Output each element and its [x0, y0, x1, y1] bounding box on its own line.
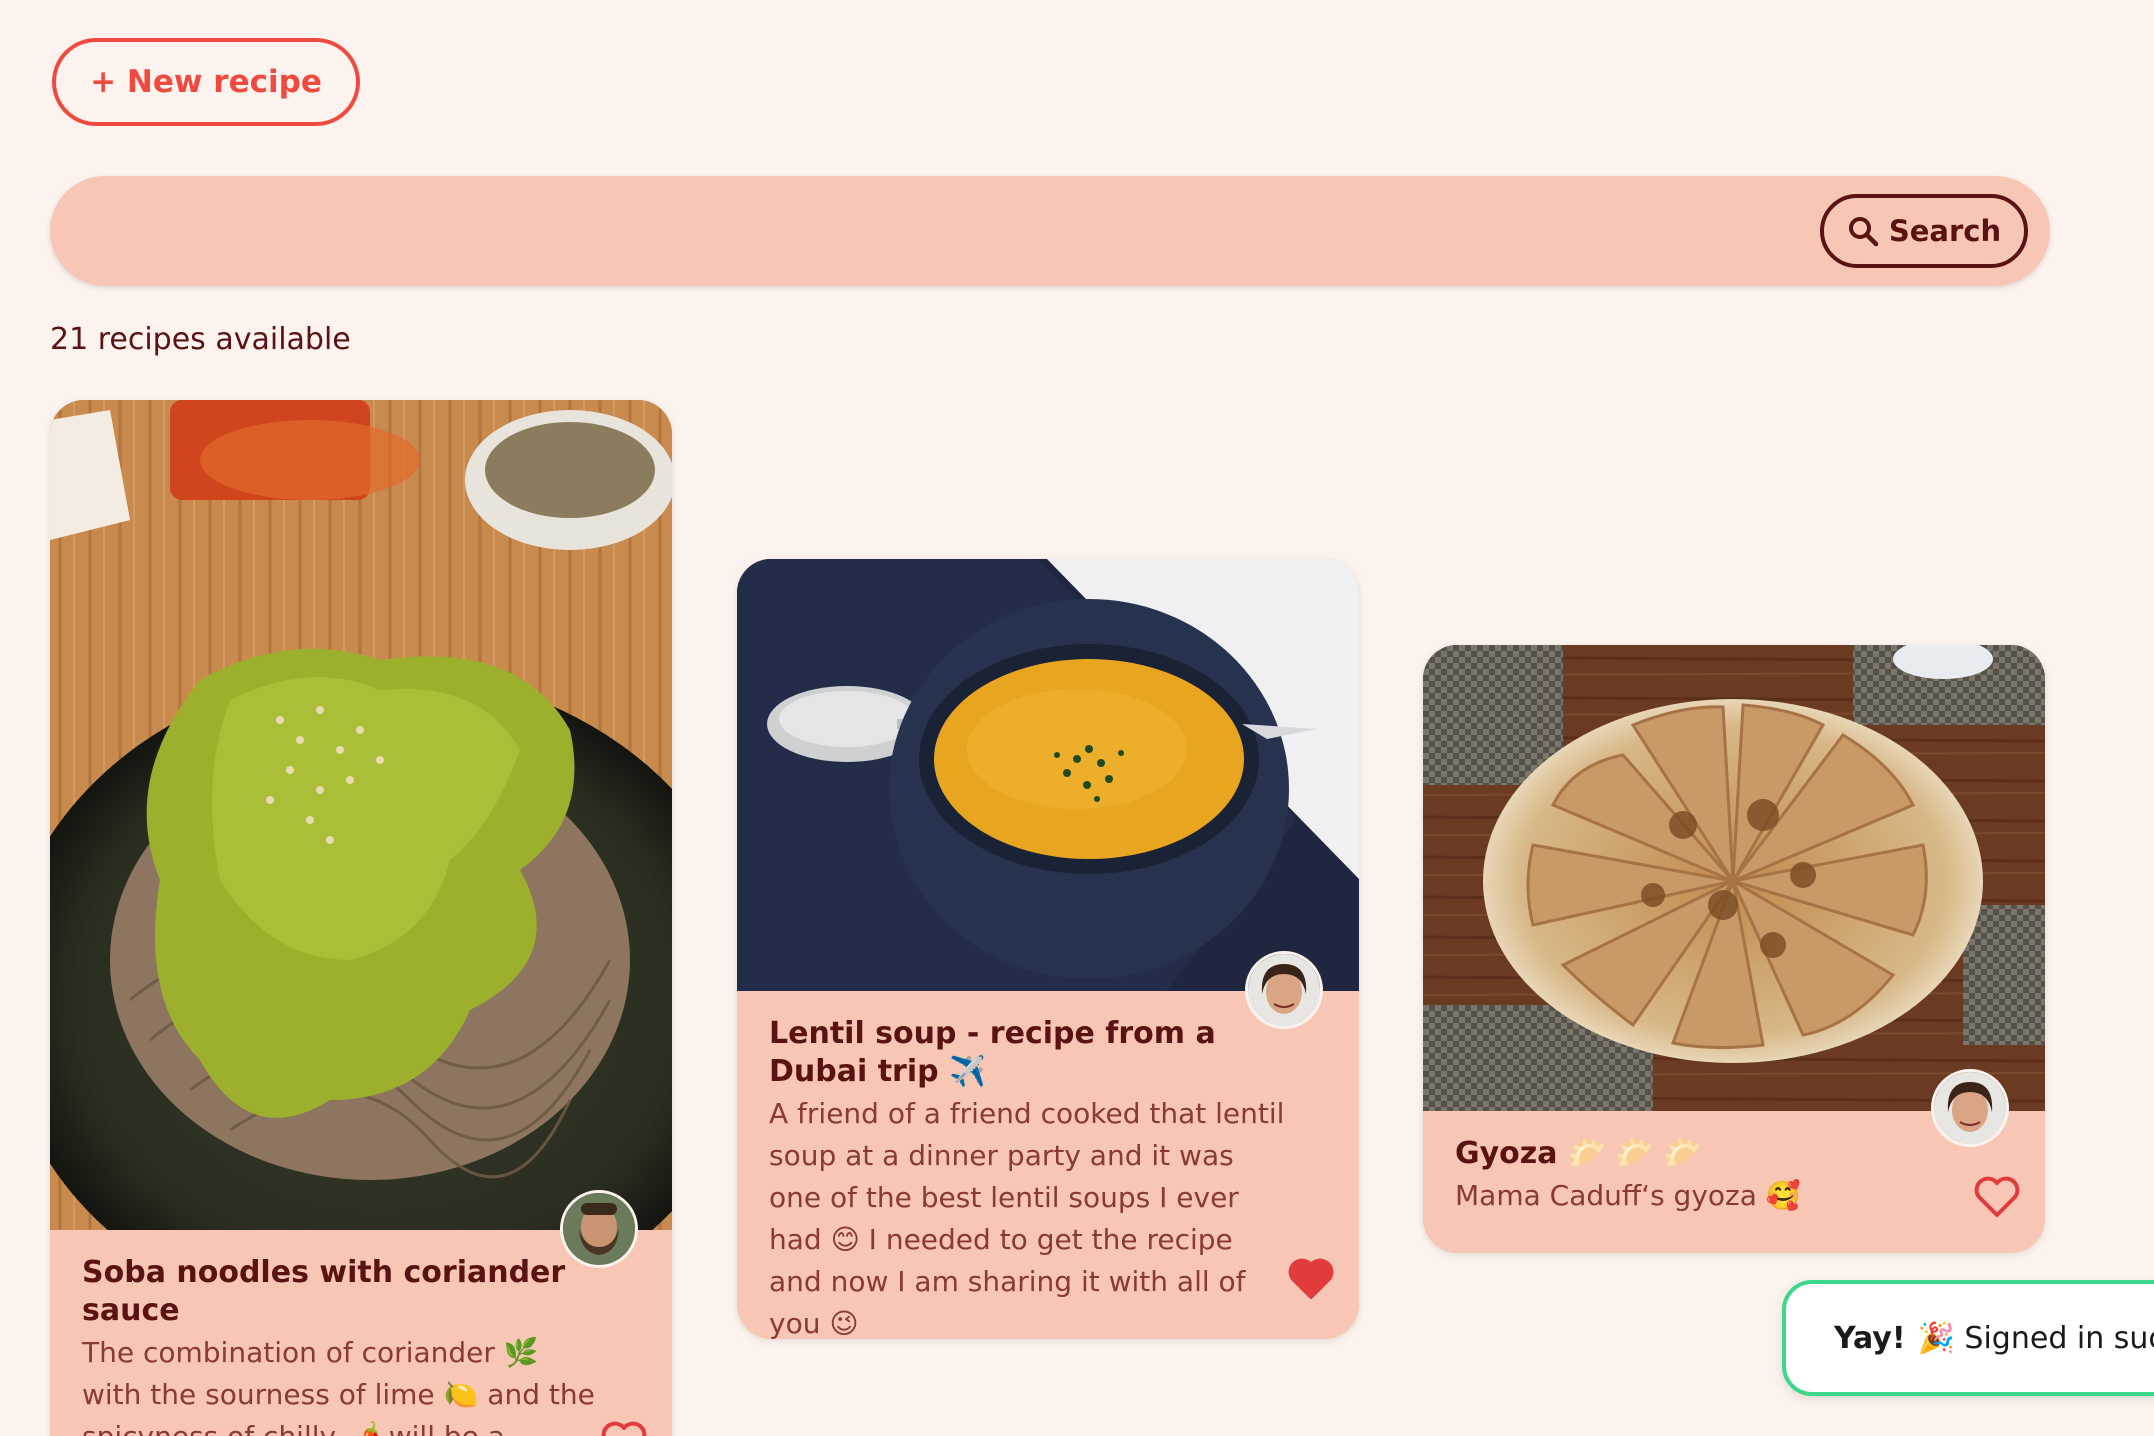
- search-button-label: Search: [1888, 214, 2002, 248]
- recipe-description: Mama Caduff‘s gyoza 🥰: [1455, 1179, 1801, 1212]
- search-bar: Search: [50, 176, 2050, 288]
- like-button[interactable]: [600, 1420, 648, 1436]
- recipes-page: + New recipe Search 21 recipes available: [0, 0, 2154, 1436]
- new-recipe-button[interactable]: + New recipe: [52, 38, 360, 126]
- recipe-photo-soba: [50, 400, 672, 1230]
- recipe-photo-gyoza: [1423, 645, 2045, 1111]
- search-icon: [1848, 217, 1879, 247]
- toast-emphasis: Yay!: [1834, 1320, 1906, 1356]
- recipe-card-body: Gyoza 🥟 🥟 🥟 Mama Caduff‘s gyoza 🥰: [1423, 1111, 2045, 1243]
- recipe-description: A friend of a friend cooked that lentil …: [769, 1097, 1285, 1339]
- recipe-card[interactable]: Lentil soup - recipe from a Dubai trip ✈…: [737, 559, 1359, 1339]
- signin-toast: Yay! 🎉 Signed in successfully: [1782, 1280, 2154, 1396]
- recipe-card[interactable]: Soba noodles with coriander sauce The co…: [50, 400, 672, 1436]
- search-button[interactable]: Search: [1820, 194, 2028, 268]
- recipe-title: Lentil soup - recipe from a Dubai trip ✈…: [769, 1016, 1216, 1089]
- recipe-card[interactable]: Gyoza 🥟 🥟 🥟 Mama Caduff‘s gyoza 🥰: [1423, 645, 2045, 1253]
- heart-filled-icon: [1288, 1258, 1334, 1299]
- heart-outline-icon: [1974, 1176, 2020, 1217]
- heart-outline-icon: [601, 1421, 647, 1436]
- recipe-card-body: Lentil soup - recipe from a Dubai trip ✈…: [737, 991, 1359, 1339]
- toast-message: 🎉 Signed in successfully: [1917, 1320, 2154, 1356]
- recipe-card-body: Soba noodles with coriander sauce The co…: [50, 1230, 672, 1436]
- search-input[interactable]: [90, 176, 1844, 288]
- recipe-description: The combination of coriander 🌿 with the …: [82, 1336, 595, 1436]
- recipe-photo-lentil-soup: [737, 559, 1359, 991]
- recipe-title: Soba noodles with coriander sauce: [82, 1255, 566, 1328]
- like-button[interactable]: [1287, 1257, 1335, 1301]
- recipe-count: 21 recipes available: [50, 322, 351, 357]
- like-button[interactable]: [1973, 1175, 2021, 1219]
- recipe-title: Gyoza 🥟 🥟 🥟: [1455, 1136, 1701, 1171]
